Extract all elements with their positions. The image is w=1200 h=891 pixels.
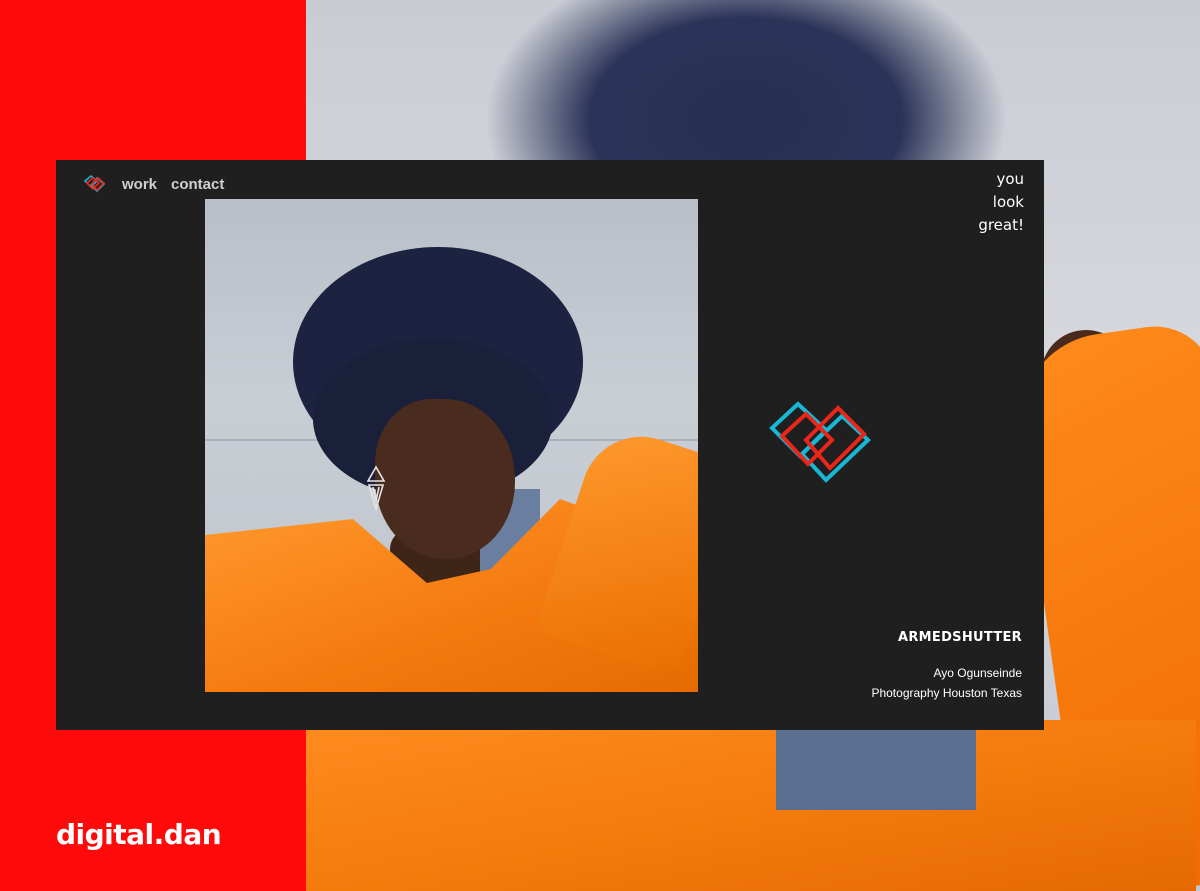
heart-logo-icon[interactable] [82,172,108,196]
photographer-name: Ayo Ogunseinde [933,666,1022,680]
heart-logo-icon [769,401,871,483]
photo-face [375,399,515,559]
hero-photo [205,199,698,692]
brand-wordmark: digital.dan [56,818,222,851]
tagline-line: look [992,193,1024,211]
tagline: you look great! [978,168,1024,237]
studio-location: Photography Houston Texas [871,686,1022,700]
background-photo-jacket [306,720,1196,891]
tagline-line: great! [978,216,1024,234]
nav-link-work[interactable]: work [122,176,157,193]
tagline-line: you [996,170,1024,188]
studio-name: ARMEDSHUTTER [897,630,1022,645]
earring-icon [366,465,386,511]
site-window: work contact you look great! ARMEDSHUTTE… [56,160,1044,730]
studio-subtitle: Ayo Ogunseinde Photography Houston Texas [871,663,1022,703]
top-nav: work contact [82,172,224,196]
background-photo-denim [776,725,976,810]
nav-link-contact[interactable]: contact [171,176,224,193]
